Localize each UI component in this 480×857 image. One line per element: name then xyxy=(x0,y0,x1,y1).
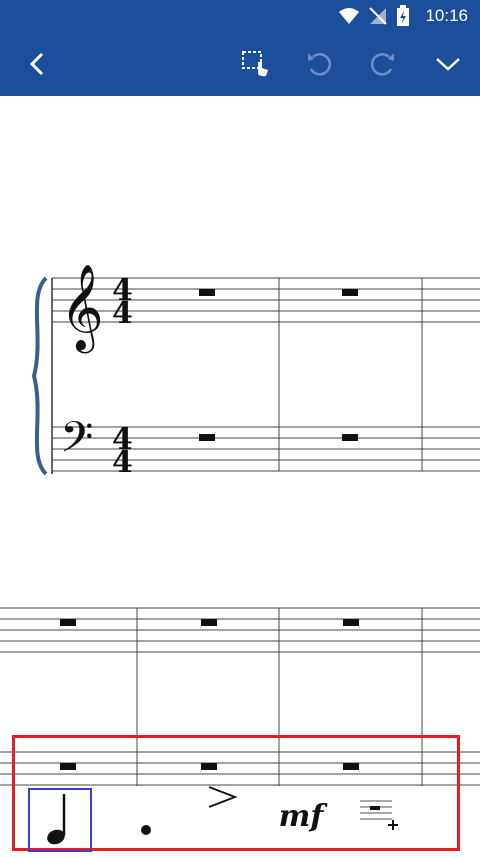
chevron-left-icon xyxy=(28,52,48,80)
no-signal-icon xyxy=(368,6,388,30)
augmentation-dot-icon xyxy=(138,798,154,842)
chevron-down-icon xyxy=(435,56,461,76)
grand-staff-brace xyxy=(31,276,48,476)
dot-button[interactable] xyxy=(114,788,178,852)
collapse-toolbar-button[interactable] xyxy=(428,46,468,86)
redo-button[interactable] xyxy=(362,46,402,86)
bass-time-sig-bottom: 4 xyxy=(112,445,133,480)
undo-button[interactable] xyxy=(300,46,340,86)
status-bar: 10:16 xyxy=(0,0,480,34)
selection-mode-button[interactable] xyxy=(236,46,276,86)
whole-rest xyxy=(199,434,215,441)
treble-clef: 𝄞 xyxy=(60,264,104,354)
whole-rest xyxy=(199,289,215,296)
wifi-icon xyxy=(338,6,360,30)
dynamic-mf-button[interactable]: mf xyxy=(269,784,333,848)
top-toolbar xyxy=(0,34,480,96)
quarter-note-button[interactable] xyxy=(28,788,92,852)
battery-charging-icon xyxy=(396,5,410,31)
bass-clef: 𝄢 xyxy=(60,413,93,473)
quarter-note-icon xyxy=(45,790,75,850)
accent-button[interactable] xyxy=(190,768,254,832)
whole-rest xyxy=(201,619,217,626)
dynamic-mf-label: mf xyxy=(278,798,324,834)
treble-time-sig-bottom: 4 xyxy=(112,296,133,331)
staff-add-icon xyxy=(358,797,402,835)
add-staff-button[interactable] xyxy=(348,784,412,848)
system2-treble-staff xyxy=(0,607,480,653)
whole-rest xyxy=(60,619,76,626)
whole-rest xyxy=(342,434,358,441)
redo-icon xyxy=(367,49,397,83)
clock: 10:16 xyxy=(425,6,468,25)
whole-rest xyxy=(343,619,359,626)
whole-rest xyxy=(342,289,358,296)
accent-icon xyxy=(207,785,238,815)
note-input-palette: mf xyxy=(12,735,460,852)
back-button[interactable] xyxy=(18,46,58,86)
undo-icon xyxy=(305,49,335,83)
selection-touch-icon xyxy=(241,50,271,82)
